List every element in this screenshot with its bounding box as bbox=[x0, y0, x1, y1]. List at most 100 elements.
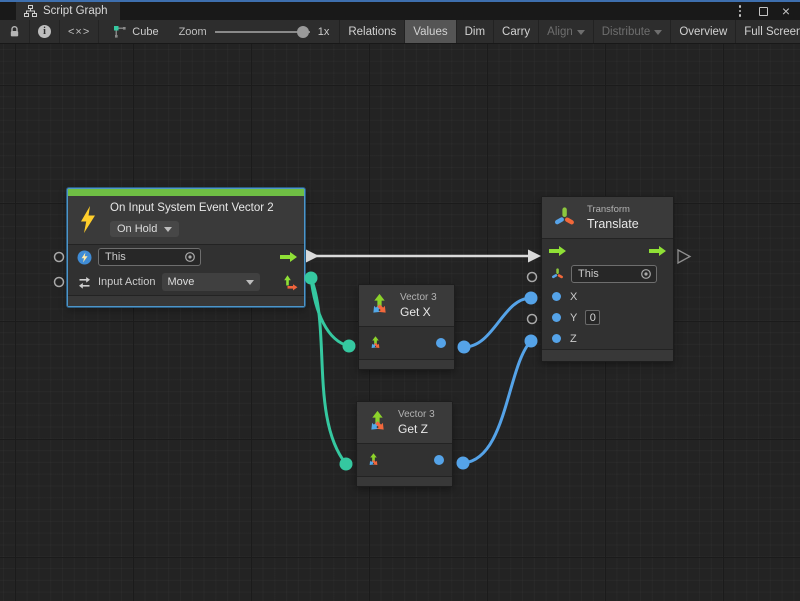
flow-input-port[interactable] bbox=[548, 245, 567, 257]
lock-button[interactable] bbox=[0, 20, 30, 43]
zoom-label: Zoom bbox=[179, 26, 207, 38]
vector3-icon bbox=[364, 409, 391, 436]
node-title: Translate bbox=[587, 217, 639, 231]
vector3-icon bbox=[366, 292, 393, 319]
graph-breadcrumb[interactable]: Cube bbox=[99, 20, 168, 43]
float-input-port-x[interactable] bbox=[552, 292, 561, 301]
object-picker-icon[interactable] bbox=[640, 268, 652, 280]
zoom-slider[interactable] bbox=[215, 25, 310, 39]
node-title: Get Z bbox=[398, 422, 435, 436]
vector3-input-port[interactable] bbox=[365, 452, 382, 469]
values-button[interactable]: Values bbox=[404, 20, 455, 43]
port-ring bbox=[528, 273, 537, 282]
zoom-slider-track bbox=[215, 31, 310, 33]
chevron-down-icon bbox=[654, 30, 662, 35]
object-picker-icon[interactable] bbox=[184, 251, 196, 263]
graph-toolbar: i <×> Cube Zoom 1x bbox=[0, 20, 800, 44]
edit-source-button[interactable]: <×> bbox=[60, 20, 99, 43]
transform-port-icon[interactable] bbox=[550, 267, 565, 282]
port-label-y: Y bbox=[570, 312, 577, 324]
wire-endpoint bbox=[458, 341, 471, 354]
align-button[interactable]: Align bbox=[538, 20, 593, 43]
node-footer bbox=[359, 359, 454, 369]
event-mode-dropdown[interactable]: On Hold bbox=[110, 221, 179, 237]
fullscreen-button[interactable]: Full Screen bbox=[735, 20, 800, 43]
overview-button[interactable]: Overview bbox=[670, 20, 735, 43]
chevron-down-icon bbox=[577, 30, 585, 35]
node-on-input-system-event[interactable]: On Input System Event Vector 2 On Hold bbox=[67, 188, 305, 307]
vector2-wire-to-getz bbox=[311, 278, 346, 464]
flow-wire-end-arrow bbox=[528, 250, 541, 263]
node-title: On Input System Event Vector 2 bbox=[110, 202, 274, 214]
input-action-dropdown[interactable]: Move bbox=[162, 273, 260, 291]
flow-output-port[interactable] bbox=[648, 245, 667, 257]
port-ring bbox=[55, 253, 64, 262]
lock-icon bbox=[8, 25, 21, 38]
input-action-icon bbox=[77, 275, 92, 290]
script-machine-icon bbox=[77, 250, 92, 265]
tab-title: Script Graph bbox=[43, 5, 108, 17]
node-vector3-get-z[interactable]: Vector 3 Get Z bbox=[356, 401, 453, 487]
port-label-x: X bbox=[570, 291, 577, 303]
close-icon[interactable]: × bbox=[778, 4, 794, 18]
input-action-label: Input Action bbox=[98, 276, 156, 288]
this-target-field[interactable]: This bbox=[571, 265, 657, 283]
node-group-label: Transform bbox=[587, 204, 639, 215]
port-ring bbox=[528, 315, 537, 324]
wire-endpoint bbox=[340, 458, 353, 471]
wire-endpoint bbox=[305, 272, 318, 285]
node-group-label: Vector 3 bbox=[398, 409, 435, 420]
node-group-label: Vector 3 bbox=[400, 292, 437, 303]
toolbar-toggle-group: Relations Values Dim Carry Align Distrib… bbox=[339, 20, 800, 43]
zoom-control: Zoom 1x bbox=[169, 20, 340, 43]
vector2-output-port[interactable] bbox=[282, 274, 298, 291]
zoom-slider-handle[interactable] bbox=[297, 26, 309, 38]
relations-button[interactable]: Relations bbox=[339, 20, 404, 43]
node-footer bbox=[357, 476, 452, 486]
distribute-button[interactable]: Distribute bbox=[593, 20, 671, 43]
flow-wire-start-arrow bbox=[306, 250, 319, 263]
tab-script-graph[interactable]: Script Graph bbox=[16, 2, 120, 20]
zoom-value: 1x bbox=[318, 26, 330, 38]
wire-endpoint bbox=[457, 457, 470, 470]
wire-endpoint bbox=[343, 340, 356, 353]
float-output-port[interactable] bbox=[434, 455, 444, 465]
carry-button[interactable]: Carry bbox=[493, 20, 538, 43]
window-menu-icon[interactable] bbox=[732, 4, 748, 18]
info-icon: i bbox=[38, 25, 51, 38]
wire-endpoint bbox=[525, 292, 538, 305]
graph-name: Cube bbox=[132, 26, 158, 38]
this-target-field[interactable]: This bbox=[98, 248, 201, 266]
lightning-bolt-icon bbox=[78, 205, 98, 234]
float-input-port-y[interactable] bbox=[552, 313, 561, 322]
script-graph-window: Script Graph × i <×> bbox=[0, 0, 800, 601]
port-ring bbox=[55, 278, 64, 287]
wire-endpoint bbox=[525, 335, 538, 348]
chevron-down-icon bbox=[164, 227, 172, 232]
node-transform-translate[interactable]: Transform Translate bbox=[541, 196, 674, 362]
flow-output-port[interactable] bbox=[279, 251, 298, 263]
dim-button[interactable]: Dim bbox=[456, 20, 493, 43]
float-output-port[interactable] bbox=[436, 338, 446, 348]
vector2-wire-to-getx bbox=[311, 278, 349, 346]
transform-icon bbox=[552, 205, 577, 231]
float-input-port-z[interactable] bbox=[552, 334, 561, 343]
event-header-bar bbox=[68, 189, 304, 196]
title-bar: Script Graph × bbox=[0, 2, 800, 20]
graph-canvas[interactable]: On Input System Event Vector 2 On Hold bbox=[0, 44, 800, 601]
float-wire-z bbox=[463, 341, 531, 463]
node-title: Get X bbox=[400, 305, 437, 319]
node-vector3-get-x[interactable]: Vector 3 Get X bbox=[358, 284, 455, 370]
y-value-input[interactable]: 0 bbox=[585, 310, 600, 325]
info-button[interactable]: i bbox=[30, 20, 60, 43]
graph-hierarchy-icon bbox=[24, 5, 37, 17]
graph-node-icon bbox=[113, 25, 127, 39]
code-icon: <×> bbox=[68, 26, 90, 38]
node-footer bbox=[68, 295, 304, 306]
maximize-icon[interactable] bbox=[755, 4, 771, 18]
window-controls: × bbox=[732, 2, 800, 20]
port-label-z: Z bbox=[570, 333, 577, 345]
vector3-input-port[interactable] bbox=[367, 335, 384, 352]
node-footer bbox=[542, 349, 673, 361]
chevron-down-icon bbox=[246, 280, 254, 285]
